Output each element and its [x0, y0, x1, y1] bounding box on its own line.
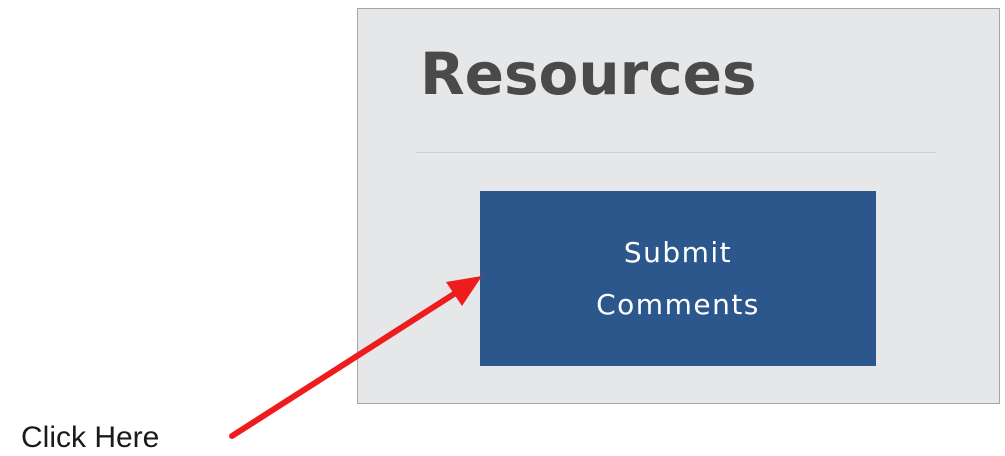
click-here-label: Click Here: [21, 421, 160, 454]
arrow-annotation-icon: [229, 276, 482, 439]
